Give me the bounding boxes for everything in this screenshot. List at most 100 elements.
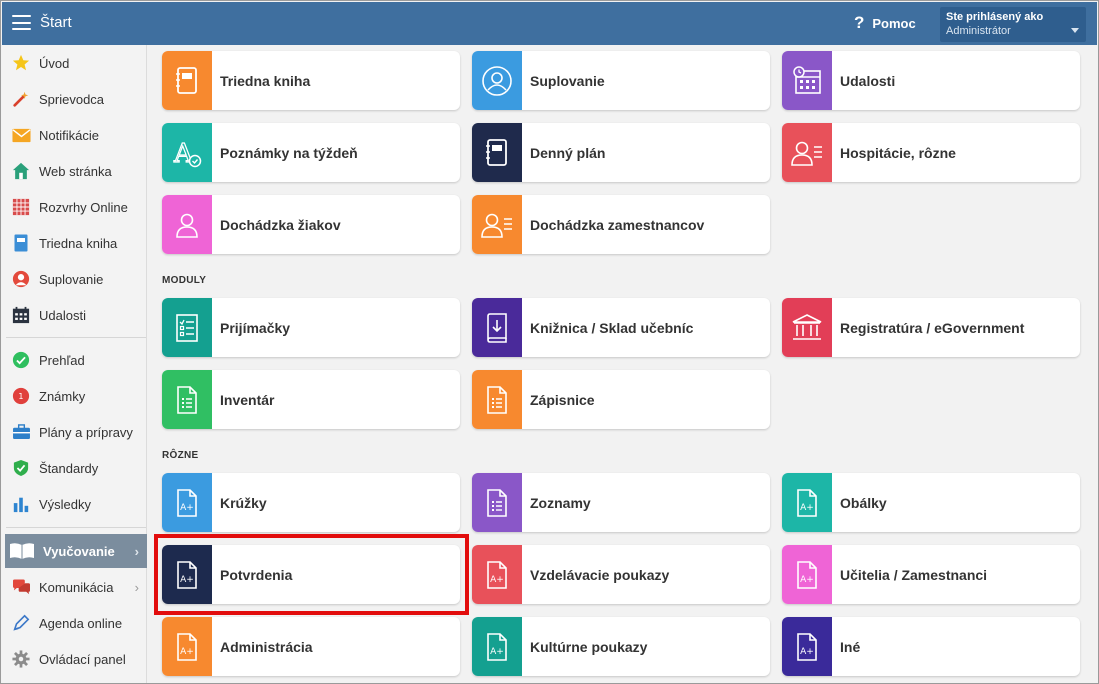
tile-kruzky[interactable]: A+ Krúžky	[162, 473, 460, 532]
chevron-right-icon: ›	[134, 580, 139, 595]
section-rozne: RÔZNE	[162, 450, 199, 461]
star-icon	[11, 53, 31, 73]
sidebar-item-ovladaci-panel[interactable]: Ovládací panel	[2, 642, 147, 676]
svg-text:1: 1	[18, 391, 23, 401]
tile-label: Krúžky	[220, 494, 267, 511]
tile-kulturne-poukazy[interactable]: A+ Kultúrne poukazy	[472, 617, 770, 676]
sidebar-item-standardy[interactable]: Štandardy	[2, 451, 147, 485]
sidebar-item-vysledky[interactable]: Výsledky	[2, 487, 147, 521]
help-button[interactable]: ? Pomoc	[854, 13, 916, 33]
tile-label: Zoznamy	[530, 494, 591, 511]
sidebar-item-label: Plány a prípravy	[39, 424, 133, 440]
sidebar-item-label: Známky	[39, 388, 86, 404]
tile-ucitelia-zamestnanci[interactable]: A+ Učitelia / Zamestnanci	[782, 545, 1080, 604]
tile-label: Vzdelávacie poukazy	[530, 566, 670, 583]
tile-registratura[interactable]: Registratúra / eGovernment	[782, 298, 1080, 357]
sidebar-item-sprievodca[interactable]: Sprievodca	[2, 82, 147, 116]
tile-label: Udalosti	[840, 72, 896, 89]
doc-icon-text: A+	[800, 503, 814, 513]
sidebar-item-uvod[interactable]: Úvod	[2, 46, 147, 80]
tile-potvrdenia[interactable]: A+ Potvrdenia	[162, 545, 460, 604]
doc-icon-text: A+	[180, 647, 194, 657]
grade-document-icon: A+	[472, 617, 522, 676]
sidebar-item-label: Výsledky	[39, 496, 92, 512]
tile-vzdelavacie-poukazy[interactable]: A+ Vzdelávacie poukazy	[472, 545, 770, 604]
grade-document-icon: A+	[162, 617, 212, 676]
tile-triedna-kniha[interactable]: Triedna kniha	[162, 51, 460, 110]
sidebar-item-triedna-kniha[interactable]: Triedna kniha	[2, 226, 147, 260]
sidebar-item-suplovanie[interactable]: Suplovanie	[2, 262, 147, 296]
scrollbar[interactable]	[1094, 45, 1097, 683]
user-name: Administrátor	[946, 25, 1011, 37]
sidebar-item-label: Úvod	[39, 55, 70, 71]
tile-udalosti[interactable]: Udalosti	[782, 51, 1080, 110]
sidebar-item-rozvrhy-online[interactable]: Rozvrhy Online	[2, 190, 147, 224]
grade-document-icon: A+	[782, 473, 832, 532]
sidebar-item-label: Agenda online	[39, 615, 123, 631]
timetable-grid-icon	[11, 197, 31, 217]
sidebar-item-komunikacia[interactable]: Komunikácia ›	[2, 570, 147, 604]
sidebar-divider	[6, 337, 146, 338]
sidebar-item-plany[interactable]: Plány a prípravy	[2, 415, 147, 449]
tile-poznamky-na-tyzden[interactable]: A Poznámky na týždeň	[162, 123, 460, 182]
tile-ine[interactable]: A+ Iné	[782, 617, 1080, 676]
tile-label: Učitelia / Zamestnanci	[840, 566, 988, 583]
tile-obalky[interactable]: A+ Obálky	[782, 473, 1080, 532]
sidebar-item-web-stranka[interactable]: Web stránka	[2, 154, 147, 188]
tile-label: Dochádzka zamestnancov	[530, 216, 705, 233]
tile-denny-plan[interactable]: Denný plán	[472, 123, 770, 182]
user-circle-icon	[472, 51, 522, 110]
hamburger-menu-icon[interactable]	[12, 15, 31, 30]
sidebar-item-notifikacie[interactable]: Notifikácie	[2, 118, 147, 152]
check-circle-icon	[11, 350, 31, 370]
calendar-icon	[11, 305, 31, 325]
doc-icon-text: A+	[180, 575, 194, 585]
grades-icon: 1	[11, 386, 31, 406]
home-icon	[11, 161, 31, 181]
bar-chart-icon	[11, 494, 31, 514]
tile-label: Knižnica / Sklad učebníc	[530, 319, 694, 336]
sidebar-item-label: Sprievodca	[39, 91, 105, 107]
question-icon: ?	[854, 13, 865, 32]
tile-label: Triedna kniha	[220, 72, 311, 89]
user-menu[interactable]: Ste prihlásený ako Administrátor	[940, 7, 1086, 42]
tile-label: Denný plán	[530, 144, 606, 161]
sidebar-item-label: Suplovanie	[39, 271, 104, 287]
grade-document-icon: A+	[162, 545, 212, 604]
pen-icon	[11, 613, 31, 633]
tile-label: Zápisnice	[530, 391, 595, 408]
tile-suplovanie[interactable]: Suplovanie	[472, 51, 770, 110]
tile-administracia[interactable]: A+ Administrácia	[162, 617, 460, 676]
briefcase-icon	[11, 422, 31, 442]
tile-kniznica[interactable]: Knižnica / Sklad učebníc	[472, 298, 770, 357]
sidebar-item-label: Štandardy	[39, 460, 99, 476]
sidebar-item-znamky[interactable]: 1 Známky	[2, 379, 147, 413]
main-content: Triedna kniha Suplovanie Udalosti A Pozn…	[148, 45, 1094, 683]
tile-label: Administrácia	[220, 638, 313, 655]
grade-document-icon: A+	[782, 545, 832, 604]
shield-check-icon	[11, 458, 31, 478]
tile-label: Hospitácie, rôzne	[840, 144, 956, 161]
tile-label: Kultúrne poukazy	[530, 638, 648, 655]
tile-label: Poznámky na týždeň	[220, 144, 358, 161]
tile-zoznamy[interactable]: Zoznamy	[472, 473, 770, 532]
tile-prijimacky[interactable]: Prijímačky	[162, 298, 460, 357]
form-checklist-icon	[162, 298, 212, 357]
doc-icon-text: A+	[180, 503, 194, 513]
tile-dochadzka-zamestnancov[interactable]: Dochádzka zamestnancov	[472, 195, 770, 254]
person-icon	[11, 269, 31, 289]
sidebar-item-agenda-online[interactable]: Agenda online	[2, 606, 147, 640]
sidebar-item-prehlad[interactable]: Prehľad	[2, 343, 147, 377]
tile-dochadzka-ziakov[interactable]: Dochádzka žiakov	[162, 195, 460, 254]
sidebar-item-udalosti[interactable]: Udalosti	[2, 298, 147, 332]
user-menu-caption: Ste prihlásený ako	[946, 11, 1044, 23]
tile-label: Potvrdenia	[220, 566, 293, 583]
sidebar-item-label: Vyučovanie	[43, 543, 115, 559]
grade-document-icon: A+	[782, 617, 832, 676]
tile-inventar[interactable]: Inventár	[162, 370, 460, 429]
sidebar-item-label: Notifikácie	[39, 127, 99, 143]
sidebar-item-vyucovanie[interactable]: Vyučovanie ›	[5, 534, 147, 568]
doc-icon-text: A+	[800, 647, 814, 657]
tile-hospitacie[interactable]: Hospitácie, rôzne	[782, 123, 1080, 182]
tile-zapisnice[interactable]: Zápisnice	[472, 370, 770, 429]
